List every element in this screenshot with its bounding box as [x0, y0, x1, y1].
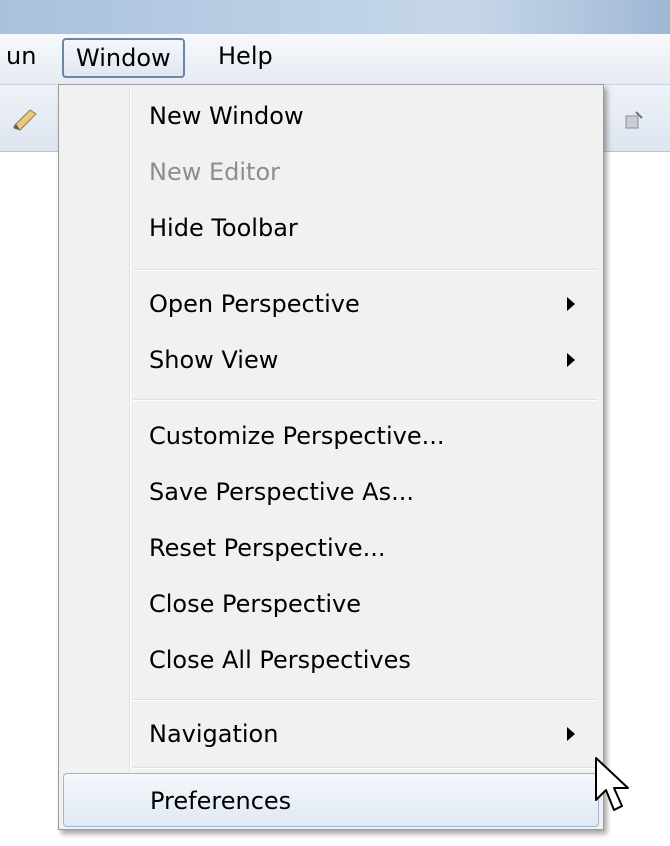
menu-item-new-editor: New Editor: [63, 145, 599, 199]
menu-item-label: Reset Perspective...: [149, 534, 386, 562]
menu-item-label: Show View: [149, 346, 279, 374]
menu-run[interactable]: un: [0, 38, 44, 74]
menu-item-label: Close Perspective: [149, 590, 362, 618]
chevron-right-icon: [567, 297, 575, 311]
menu-item-label: Close All Perspectives: [149, 646, 411, 674]
title-bar: [0, 0, 670, 34]
menu-item-label: Hide Toolbar: [149, 214, 298, 242]
menu-separator: [133, 767, 597, 769]
menu-item-label: New Editor: [149, 158, 281, 186]
menu-item-label: Preferences: [150, 787, 292, 815]
toolbar-icon[interactable]: [620, 108, 646, 132]
menu-item-label: Save Perspective As...: [149, 478, 414, 506]
menu-item-navigation[interactable]: Navigation: [63, 707, 599, 761]
menu-help[interactable]: Help: [210, 38, 281, 74]
menu-item-close-perspective[interactable]: Close Perspective: [63, 577, 599, 631]
menu-item-customize-perspective[interactable]: Customize Perspective...: [63, 409, 599, 463]
menu-separator: [133, 699, 597, 701]
menu-separator: [133, 269, 597, 271]
menu-item-show-view[interactable]: Show View: [63, 333, 599, 387]
chevron-right-icon: [567, 353, 575, 367]
menu-item-new-window[interactable]: New Window: [63, 89, 599, 143]
menu-item-hide-toolbar[interactable]: Hide Toolbar: [63, 201, 599, 255]
menu-bar: un Window Help: [0, 34, 670, 85]
pencil-icon[interactable]: [10, 108, 40, 132]
menu-window[interactable]: Window: [62, 38, 185, 78]
menu-item-save-perspective-as[interactable]: Save Perspective As...: [63, 465, 599, 519]
menu-item-label: New Window: [149, 102, 304, 130]
chevron-right-icon: [567, 727, 575, 741]
menu-separator: [133, 399, 597, 401]
menu-item-reset-perspective[interactable]: Reset Perspective...: [63, 521, 599, 575]
menu-item-close-all-perspectives[interactable]: Close All Perspectives: [63, 633, 599, 687]
menu-item-label: Open Perspective: [149, 290, 360, 318]
menu-item-preferences[interactable]: Preferences: [63, 773, 599, 827]
menu-item-label: Customize Perspective...: [149, 422, 445, 450]
menu-item-open-perspective[interactable]: Open Perspective: [63, 277, 599, 331]
mouse-pointer-icon: [595, 757, 629, 811]
window-menu-dropdown: New Window New Editor Hide Toolbar Open …: [58, 84, 604, 830]
menu-item-label: Navigation: [149, 720, 279, 748]
